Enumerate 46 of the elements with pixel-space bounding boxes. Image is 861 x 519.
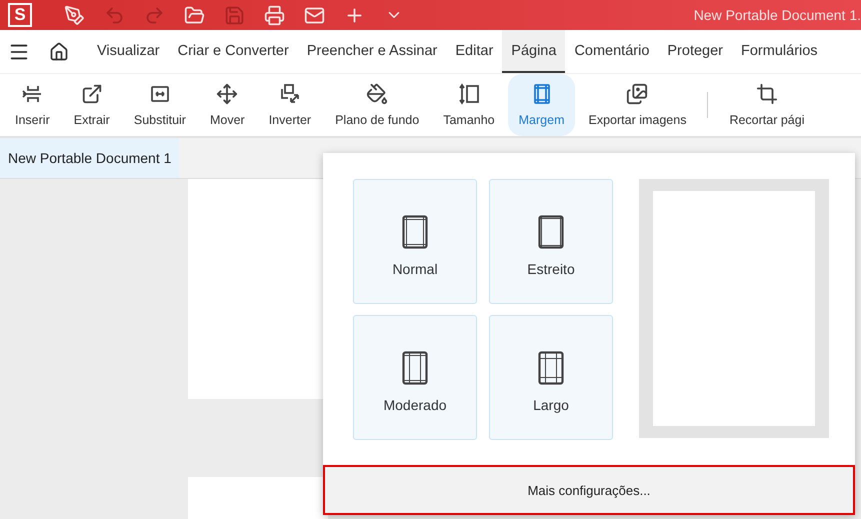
menu-tab[interactable]: Página — [502, 30, 566, 73]
menu-tab[interactable]: Criar e Converter — [168, 30, 298, 73]
toolbar-button[interactable]: Inverter — [258, 74, 322, 136]
toolbar-button[interactable]: Tamanho — [432, 74, 506, 136]
menu-tab[interactable]: Proteger — [658, 30, 732, 73]
export-images-icon — [626, 83, 648, 105]
toolbar-button[interactable]: Margem — [508, 74, 576, 136]
toolbar-button[interactable]: Recortar pági — [718, 74, 816, 136]
page-margin-icon — [402, 214, 428, 248]
menu-tab[interactable]: Visualizar — [88, 30, 169, 73]
document-title: New Portable Document 1. — [694, 7, 861, 23]
toolbar-button[interactable]: Plano de fundo — [324, 74, 430, 136]
save-icon — [224, 4, 244, 26]
undo-icon — [104, 4, 124, 26]
redo-icon — [144, 4, 164, 26]
page-margin-icon — [538, 214, 564, 248]
menu-tab[interactable]: Formulários — [732, 30, 827, 73]
app-logo: S — [8, 3, 32, 27]
menu-tab[interactable]: Preencher e Assinar — [298, 30, 446, 73]
page-margin-icon — [538, 350, 564, 384]
pen-icon — [64, 4, 84, 26]
crop-icon — [756, 83, 778, 105]
menu-tab[interactable]: Comentário — [565, 30, 658, 73]
insert-page-icon — [21, 83, 44, 105]
folder-icon — [184, 4, 204, 26]
extract-icon — [80, 83, 103, 105]
margin-option[interactable]: Moderado — [353, 315, 477, 440]
toolbar-button[interactable]: Substituir — [122, 74, 197, 136]
toolbar-button[interactable]: Mover — [198, 74, 256, 136]
margin-option[interactable]: Estreito — [489, 179, 613, 304]
margin-option[interactable]: Normal — [353, 179, 477, 304]
move-icon — [216, 83, 238, 105]
more-settings-button[interactable]: Mais configurações... — [323, 465, 855, 515]
document-tab[interactable]: New Portable Document 1 — [0, 138, 180, 178]
toolbar-button[interactable]: Exportar imagens — [577, 74, 698, 136]
replace-icon — [148, 83, 171, 105]
page-size-icon — [458, 83, 480, 105]
toolbar-button[interactable]: Inserir — [4, 74, 61, 136]
page-margin-icon — [402, 350, 428, 384]
margin-option[interactable]: Largo — [489, 315, 613, 440]
printer-icon — [264, 4, 284, 26]
mail-icon — [304, 4, 324, 26]
rotate-page-icon — [278, 83, 301, 105]
menu-tab[interactable]: Editar — [446, 30, 502, 73]
toolbar-button[interactable]: Extrair — [62, 74, 121, 136]
paint-bucket-icon — [366, 83, 388, 105]
